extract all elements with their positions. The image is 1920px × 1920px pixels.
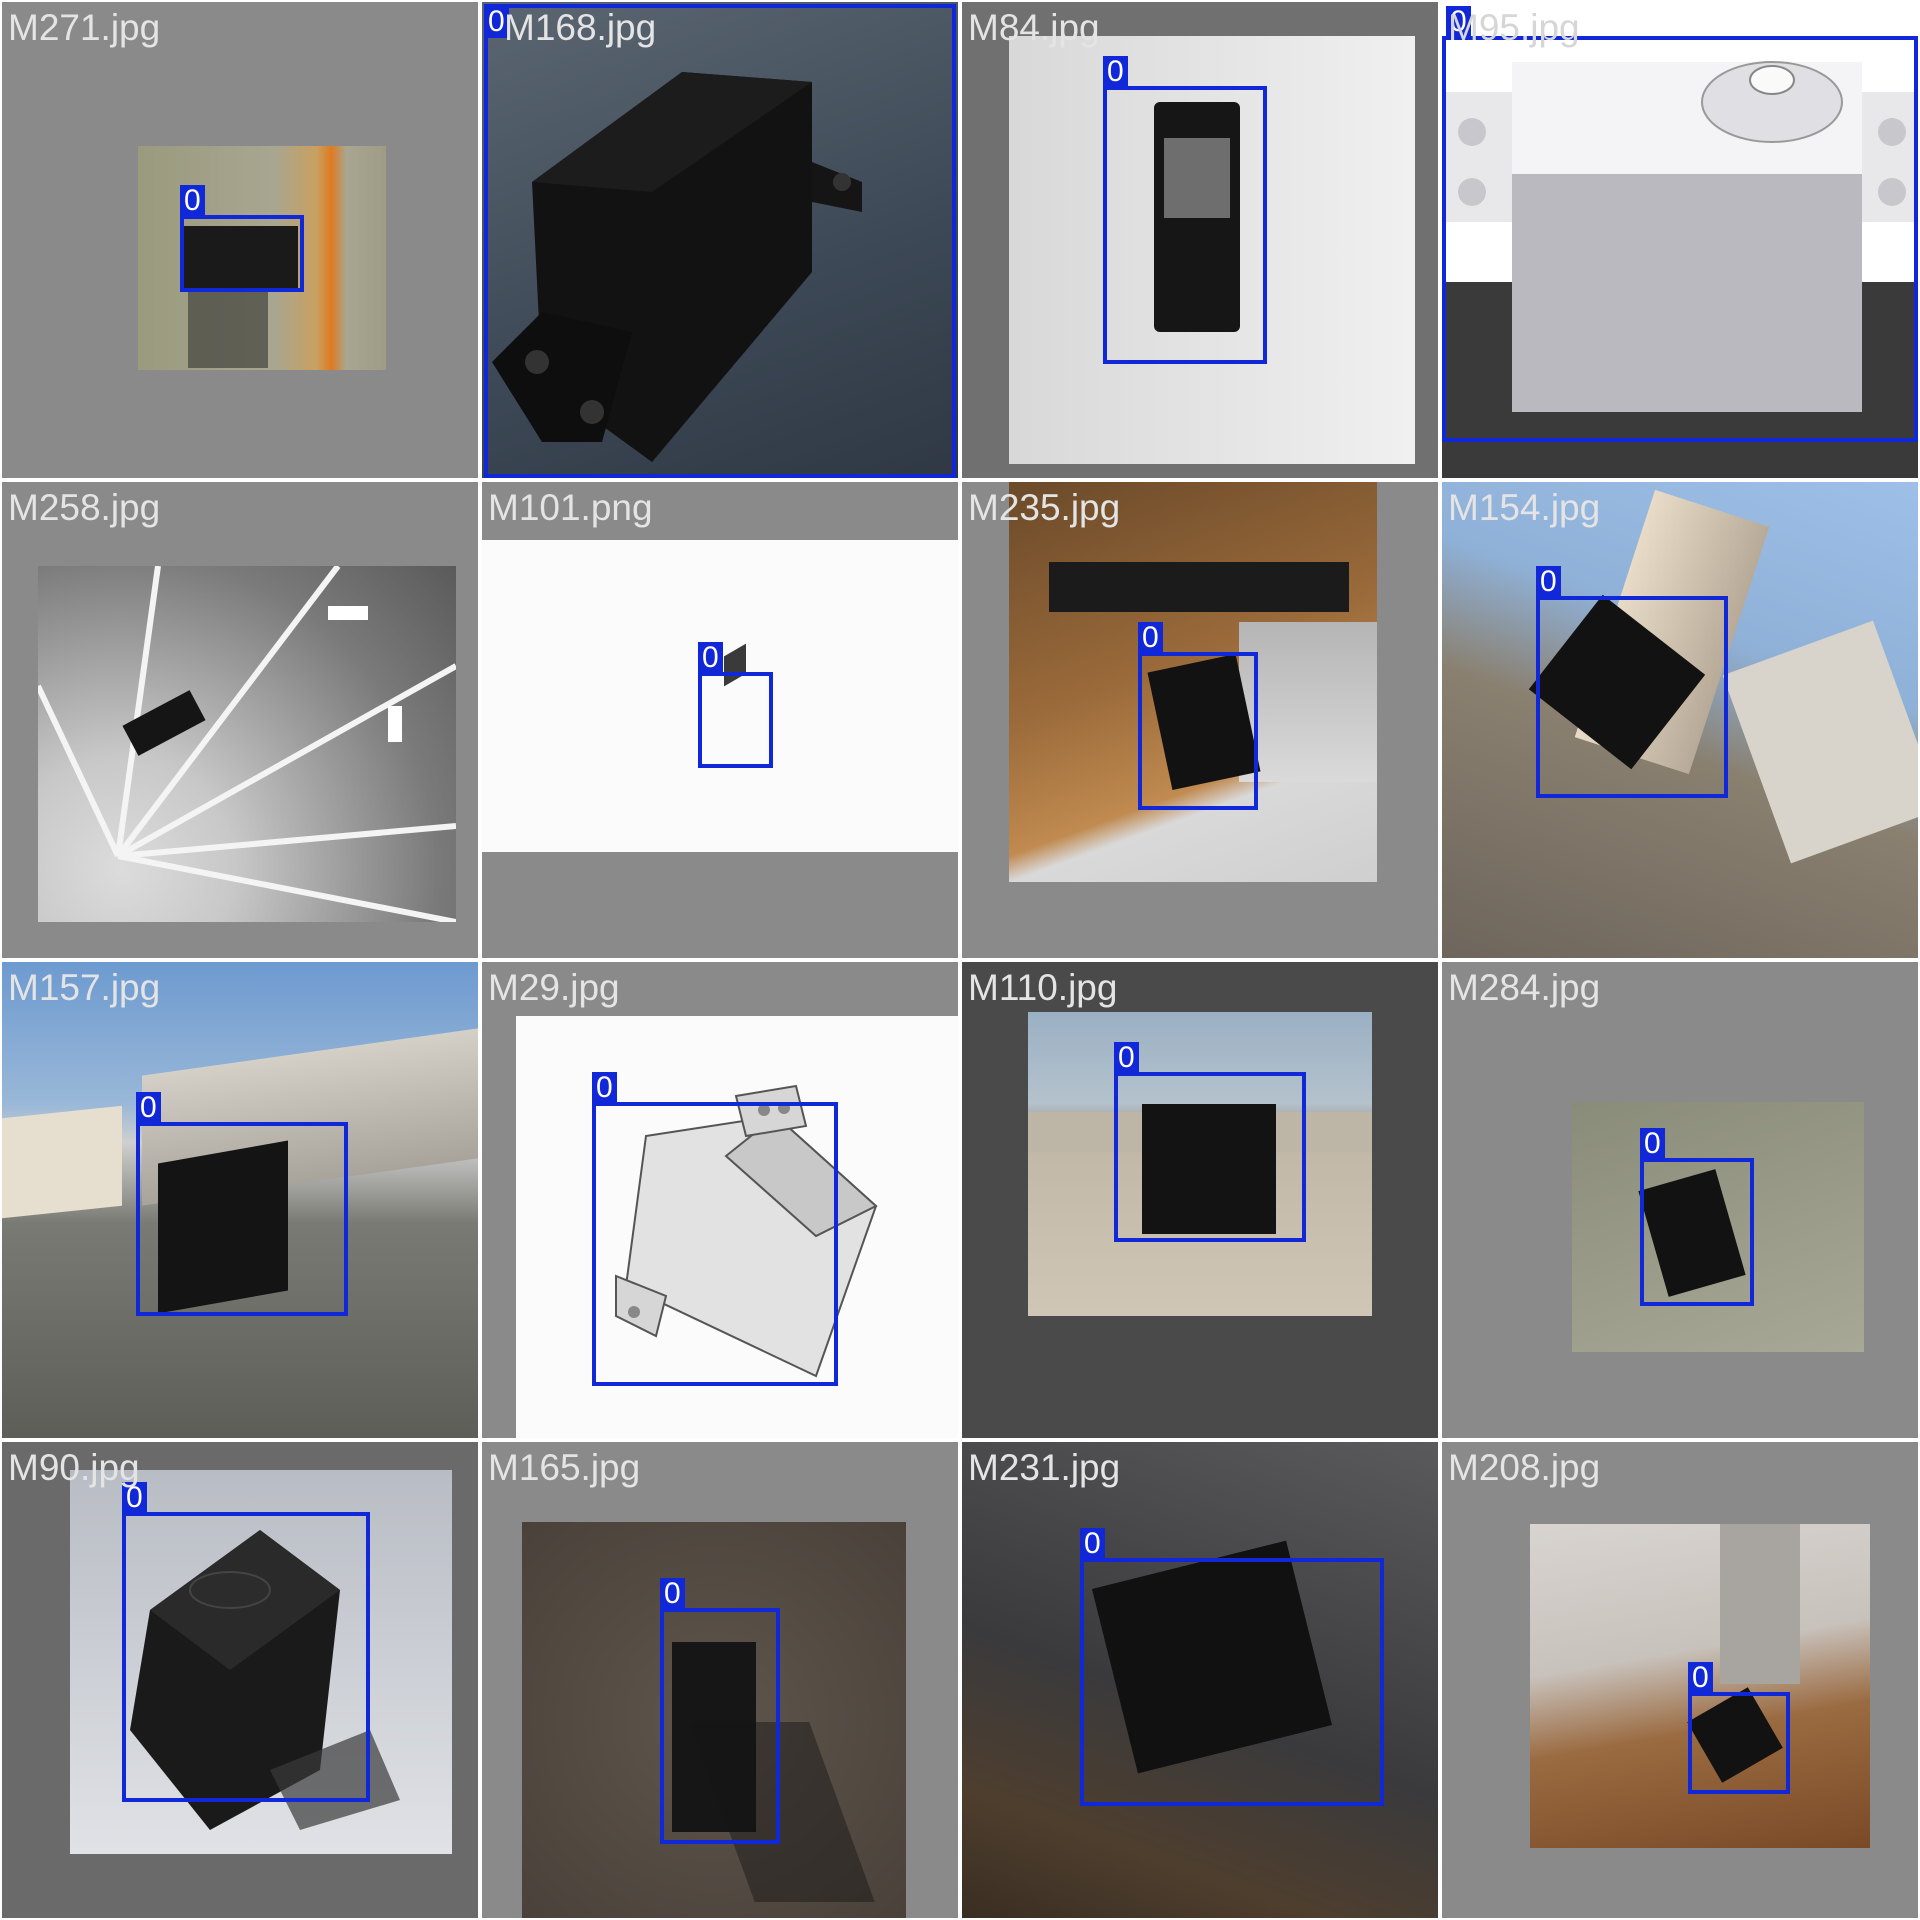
doorway <box>1720 1524 1800 1684</box>
box-class-label: 0 <box>1688 1662 1713 1694</box>
tile-m95[interactable]: 0 M95.jpg <box>1442 2 1918 478</box>
box-class-label: 0 <box>1640 1128 1665 1160</box>
scene-dome-ceiling <box>38 566 456 922</box>
cooktop <box>1049 562 1349 612</box>
box-class-label: 0 <box>1536 566 1561 598</box>
tile-filename: M101.png <box>488 487 653 528</box>
box-class-label: 0 <box>1114 1042 1139 1074</box>
bounding-box[interactable]: 0 <box>122 1482 370 1802</box>
bounding-box[interactable]: 0 <box>1688 1662 1790 1794</box>
tile-m154[interactable]: 0 M154.jpg <box>1442 482 1918 958</box>
tile-m101[interactable]: 0 M101.png <box>482 482 958 958</box>
building <box>1722 620 1918 864</box>
tile-filename: M157.jpg <box>8 967 161 1008</box>
box-class-label: 0 <box>1138 622 1163 654</box>
bounding-box[interactable]: 0 <box>660 1578 780 1844</box>
box-class-label: 0 <box>136 1092 161 1124</box>
bounding-box[interactable]: 0 <box>180 185 304 292</box>
tile-filename: M90.jpg <box>8 1447 140 1488</box>
ceiling-structure-svg <box>38 566 456 922</box>
tile-m90[interactable]: 0 M90.jpg <box>2 1442 478 1918</box>
object-shadow <box>188 288 268 368</box>
tile-filename: M231.jpg <box>968 1447 1121 1488</box>
tile-m271[interactable]: 0 M271.jpg <box>2 2 478 478</box>
box-class-label: 0 <box>1080 1528 1105 1560</box>
bounding-box[interactable]: 0 <box>136 1092 348 1316</box>
tile-m165[interactable]: 0 M165.jpg <box>482 1442 958 1918</box>
tile-m231[interactable]: 0 M231.jpg <box>962 1442 1438 1918</box>
box-class-label: 0 <box>592 1072 617 1104</box>
tile-filename: M235.jpg <box>968 487 1121 528</box>
tile-m208[interactable]: 0 M208.jpg <box>1442 1442 1918 1918</box>
tile-m258[interactable]: M258.jpg <box>2 482 478 958</box>
bounding-box[interactable]: 0 <box>1080 1528 1384 1806</box>
tile-filename: M95.jpg <box>1448 7 1580 48</box>
tile-m157[interactable]: 0 M157.jpg <box>2 962 478 1438</box>
tile-m110[interactable]: 0 M110.jpg <box>962 962 1438 1438</box>
bounding-box[interactable]: 0 <box>1103 56 1267 364</box>
tile-filename: M110.jpg <box>968 967 1118 1008</box>
bounding-box[interactable]: 0 <box>1138 622 1258 810</box>
oven-panel <box>1239 622 1377 782</box>
image-grid: 0 M271.jpg 0 M168.jpg 0 M84.jpg 0 M95.jp… <box>0 0 1920 1920</box>
box-class-label: 0 <box>698 642 723 674</box>
tile-filename: M165.jpg <box>488 1447 641 1488</box>
bounding-box[interactable]: 0 <box>592 1072 838 1386</box>
tile-m284[interactable]: 0 M284.jpg <box>1442 962 1918 1438</box>
tile-m29[interactable]: 0 M29.jpg <box>482 962 958 1438</box>
tile-m84[interactable]: 0 M84.jpg <box>962 2 1438 478</box>
bounding-box[interactable]: 0 <box>484 4 956 478</box>
tile-filename: M168.jpg <box>504 7 657 48</box>
tile-filename: M154.jpg <box>1448 487 1601 528</box>
tile-filename: M208.jpg <box>1448 1447 1601 1488</box>
tile-filename: M29.jpg <box>488 967 620 1008</box>
tile-m168[interactable]: 0 M168.jpg <box>482 2 958 478</box>
box-class-label: 0 <box>660 1578 685 1610</box>
tile-filename: M284.jpg <box>1448 967 1601 1008</box>
building <box>2 1105 122 1219</box>
box-class-label: 0 <box>180 185 205 217</box>
bounding-box[interactable]: 0 <box>1640 1128 1754 1306</box>
bounding-box[interactable]: 0 <box>698 642 773 768</box>
tile-filename: M258.jpg <box>8 487 161 528</box>
tile-filename: M271.jpg <box>8 7 161 48</box>
bounding-box[interactable]: 0 <box>1114 1042 1306 1242</box>
bounding-box[interactable]: 0 <box>1442 6 1918 442</box>
box-class-label: 0 <box>1103 56 1128 88</box>
bounding-box[interactable]: 0 <box>1536 566 1728 798</box>
tile-filename: M84.jpg <box>968 7 1100 48</box>
tile-m235[interactable]: 0 M235.jpg <box>962 482 1438 958</box>
